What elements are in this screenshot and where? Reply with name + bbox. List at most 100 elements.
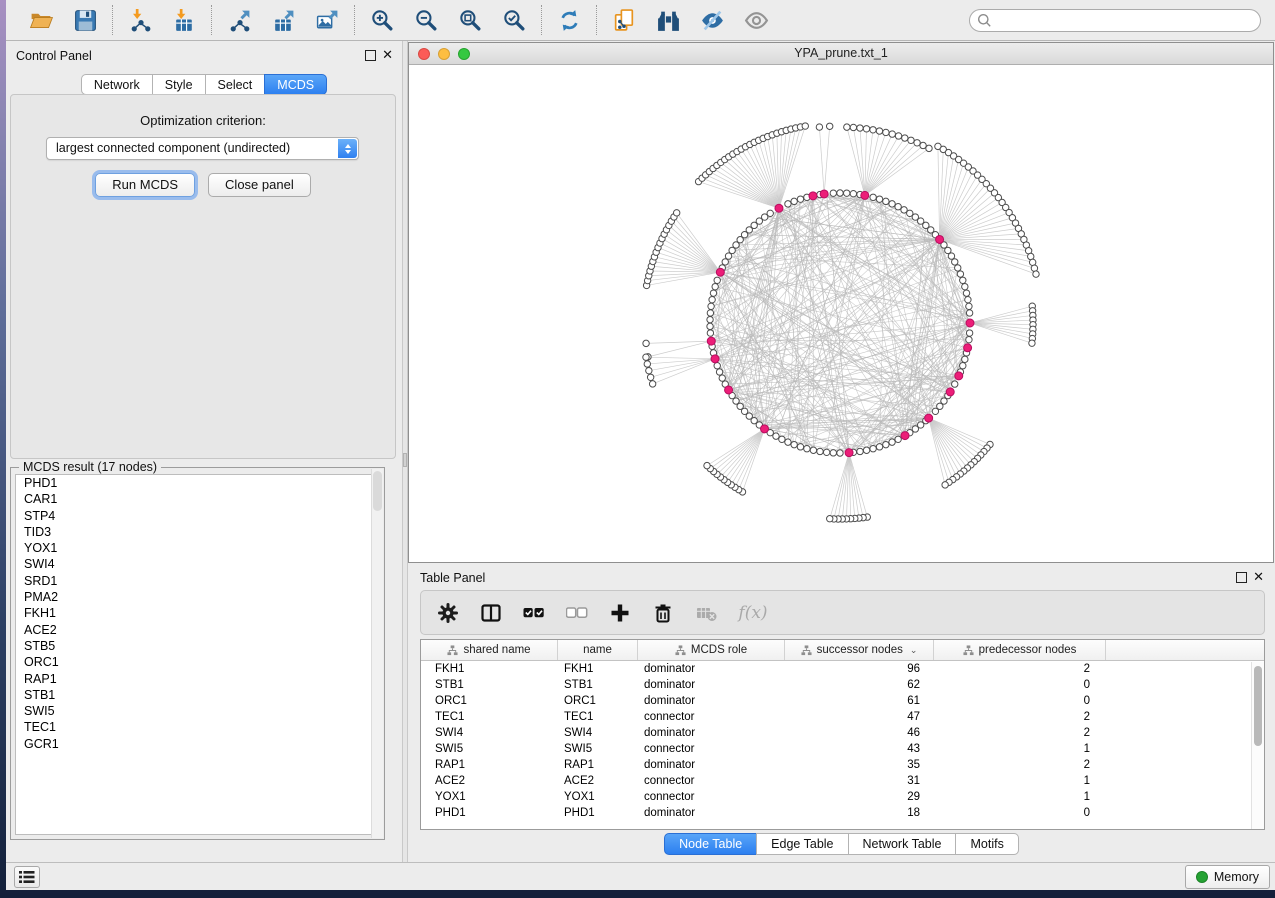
delete-table-icon (693, 600, 719, 626)
mcds-result-item[interactable]: PMA2 (16, 589, 379, 605)
zoom-in-icon[interactable] (367, 5, 397, 35)
table-cell: 0 (934, 805, 1106, 821)
mcds-result-item[interactable]: YOX1 (16, 540, 379, 556)
table-cell: dominator (638, 677, 785, 693)
column-header-shared-name[interactable]: shared name (421, 640, 558, 660)
table-row[interactable]: SWI4SWI4dominator462 (421, 725, 1264, 741)
result-scrollbar[interactable] (371, 469, 383, 838)
columns-icon[interactable] (478, 600, 504, 626)
optimization-criterion-select[interactable]: largest connected component (undirected) (46, 137, 359, 160)
select-stepper-icon (338, 139, 357, 158)
table-row[interactable]: PHD1PHD1dominator180 (421, 805, 1264, 821)
mcds-result-item[interactable]: ACE2 (16, 622, 379, 638)
table-cell: dominator (638, 693, 785, 709)
task-history-button[interactable] (14, 866, 40, 888)
clone-network-icon[interactable] (609, 5, 639, 35)
tab-mcds[interactable]: MCDS (264, 74, 327, 95)
mcds-result-item[interactable]: SRD1 (16, 573, 379, 589)
memory-button[interactable]: Memory (1185, 865, 1270, 889)
tab-motifs[interactable]: Motifs (955, 833, 1018, 855)
table-row[interactable]: FKH1FKH1dominator962 (421, 661, 1264, 677)
optimization-criterion-value: largest connected component (undirected) (56, 141, 290, 155)
mcds-result-item[interactable]: STP4 (16, 508, 379, 524)
show-eye-icon[interactable] (741, 5, 771, 35)
tab-network-table[interactable]: Network Table (848, 833, 957, 855)
network-canvas[interactable] (409, 65, 1273, 562)
table-row[interactable]: ACE2ACE2connector311 (421, 773, 1264, 789)
column-label: name (583, 644, 612, 656)
save-icon[interactable] (70, 5, 100, 35)
control-panel: Control Panel ✕ NetworkStyleSelectMCDS O… (6, 41, 402, 862)
deselect-all-icon[interactable] (564, 600, 590, 626)
tab-select[interactable]: Select (205, 74, 266, 95)
mcds-result-item[interactable]: GCR1 (16, 736, 379, 752)
mcds-result-item[interactable]: SWI4 (16, 556, 379, 572)
table-cell: 18 (785, 805, 934, 821)
zoom-out-icon[interactable] (411, 5, 441, 35)
hide-eye-icon[interactable] (697, 5, 727, 35)
table-row[interactable]: ORC1ORC1dominator610 (421, 693, 1264, 709)
network-window-title: YPA_prune.txt_1 (409, 46, 1273, 60)
export-image-icon[interactable] (312, 5, 342, 35)
table-row[interactable]: RAP1RAP1dominator352 (421, 757, 1264, 773)
delete-icon[interactable] (650, 600, 676, 626)
mcds-result-item[interactable]: STB5 (16, 638, 379, 654)
table-scrollbar-thumb[interactable] (1254, 666, 1262, 746)
control-panel-tabs: NetworkStyleSelectMCDS (6, 74, 402, 95)
mcds-result-list: PHD1CAR1STP4TID3YOX1SWI4SRD1PMA2FKH1ACE2… (15, 474, 380, 835)
result-scrollbar-thumb[interactable] (373, 471, 382, 511)
mcds-result-item[interactable]: PHD1 (16, 475, 379, 491)
run-mcds-button[interactable]: Run MCDS (95, 173, 195, 197)
zoom-selected-icon[interactable] (499, 5, 529, 35)
table-row[interactable]: SWI5SWI5connector431 (421, 741, 1264, 757)
export-table-icon[interactable] (268, 5, 298, 35)
tab-style[interactable]: Style (152, 74, 206, 95)
mcds-result-item[interactable]: RAP1 (16, 671, 379, 687)
tab-edge-table[interactable]: Edge Table (756, 833, 848, 855)
column-header-predecessor-nodes[interactable]: predecessor nodes (934, 640, 1106, 660)
tab-node-table[interactable]: Node Table (664, 833, 757, 855)
column-label: shared name (463, 644, 530, 656)
open-folder-icon[interactable] (26, 5, 56, 35)
select-all-icon[interactable] (521, 600, 547, 626)
binoculars-icon[interactable] (653, 5, 683, 35)
table-row[interactable]: STB1STB1dominator620 (421, 677, 1264, 693)
import-table-icon[interactable] (169, 5, 199, 35)
mcds-result-item[interactable]: TEC1 (16, 719, 379, 735)
table-toolbar: f(x) (420, 590, 1265, 635)
mcds-result-item[interactable]: FKH1 (16, 605, 379, 621)
float-table-panel-icon[interactable] (1236, 572, 1247, 583)
float-panel-icon[interactable] (365, 50, 376, 61)
search-input[interactable] (969, 9, 1261, 32)
column-header-successor-nodes[interactable]: successor nodes⌄ (785, 640, 934, 660)
tab-network[interactable]: Network (81, 74, 153, 95)
table-cell: SWI5 (421, 741, 558, 757)
close-table-panel-icon[interactable]: ✕ (1253, 569, 1264, 584)
refresh-icon[interactable] (554, 5, 584, 35)
mcds-result-item[interactable]: ORC1 (16, 654, 379, 670)
mcds-result-item[interactable]: CAR1 (16, 491, 379, 507)
zoom-fit-icon[interactable] (455, 5, 485, 35)
mcds-result-item[interactable]: TID3 (16, 524, 379, 540)
add-icon[interactable] (607, 600, 633, 626)
table-cell: connector (638, 789, 785, 805)
mcds-result-item[interactable]: STB1 (16, 687, 379, 703)
network-window-titlebar: YPA_prune.txt_1 (409, 43, 1273, 65)
mcds-result-item[interactable]: SWI5 (16, 703, 379, 719)
splitter-grip[interactable] (403, 453, 407, 467)
close-panel-button[interactable]: Close panel (208, 173, 311, 197)
column-header-name[interactable]: name (558, 640, 638, 660)
import-network-icon[interactable] (125, 5, 155, 35)
settings-icon[interactable] (435, 600, 461, 626)
toolbar-group (113, 5, 211, 35)
table-cell: FKH1 (421, 661, 558, 677)
table-row[interactable]: YOX1YOX1connector291 (421, 789, 1264, 805)
table-cell: SWI4 (421, 725, 558, 741)
search-icon (977, 13, 992, 31)
export-network-icon[interactable] (224, 5, 254, 35)
close-panel-icon[interactable]: ✕ (382, 47, 393, 62)
table-scrollbar[interactable] (1251, 662, 1264, 829)
table-row[interactable]: TEC1TEC1connector472 (421, 709, 1264, 725)
column-header-MCDS-role[interactable]: MCDS role (638, 640, 785, 660)
table-cell: 1 (934, 741, 1106, 757)
